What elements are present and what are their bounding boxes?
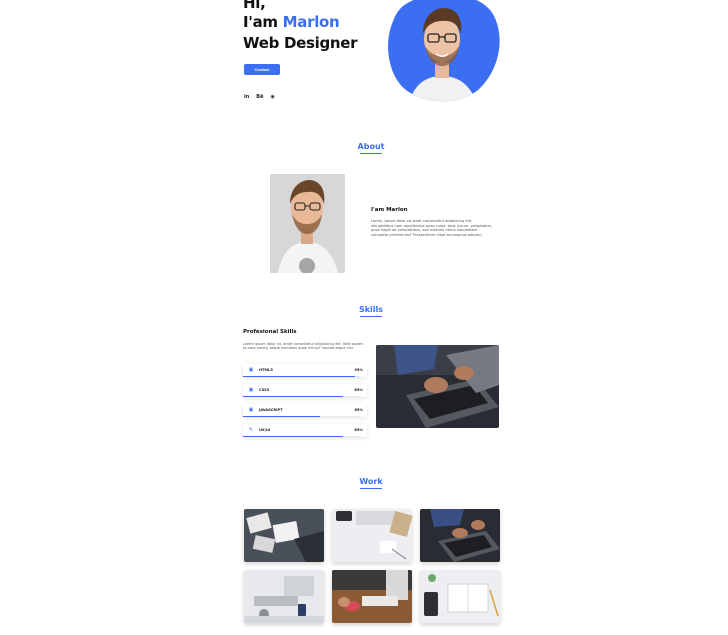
skill-percent: 85% xyxy=(354,428,363,432)
skill-name: UX/UI xyxy=(259,428,271,432)
contact-button[interactable]: Contact xyxy=(244,64,280,75)
about-section-title: About xyxy=(341,142,401,154)
pencil-icon: ✎ xyxy=(248,427,254,433)
skills-photo xyxy=(376,345,499,428)
hero-name: Marlon xyxy=(282,13,340,31)
skill-percent: 95% xyxy=(354,368,363,372)
about-name: I'am Marlon xyxy=(371,207,408,213)
skills-text: Lorem ipsum dolor sit, amet consectetur … xyxy=(243,342,364,351)
work-item-6[interactable] xyxy=(420,570,500,623)
skill-bar-fill xyxy=(243,416,320,417)
skill-card-javascript: ▣ JAVASCRIPT 65% xyxy=(243,404,367,417)
skill-bar xyxy=(243,436,361,437)
skill-name: JAVASCRIPT xyxy=(259,408,283,412)
css3-icon: ▣ xyxy=(248,387,254,393)
about-text: Lorem, ipsum dolor sit amet consectetur … xyxy=(371,219,493,237)
hero-iam: I'am xyxy=(243,13,283,31)
github-icon[interactable]: ◉ xyxy=(270,94,274,101)
skills-heading: Profesional Skills xyxy=(243,329,297,335)
skill-card-css3: ▣ CSS3 85% xyxy=(243,384,367,397)
skill-bar-fill xyxy=(243,436,344,437)
hero-role: Web Designer xyxy=(243,34,358,52)
work-item-5[interactable] xyxy=(332,570,412,623)
hero-avatar xyxy=(386,0,501,106)
html5-icon: ▣ xyxy=(248,367,254,373)
skill-percent: 85% xyxy=(354,388,363,392)
linkedin-icon[interactable]: in xyxy=(244,94,249,101)
work-item-1[interactable] xyxy=(244,509,324,562)
skill-bar xyxy=(243,376,361,377)
javascript-icon: ▣ xyxy=(248,407,254,413)
skill-percent: 65% xyxy=(354,408,363,412)
work-item-4[interactable] xyxy=(244,570,324,623)
work-item-2[interactable] xyxy=(332,509,412,562)
skill-bar-fill xyxy=(243,376,356,377)
skill-card-uxui: ✎ UX/UI 85% xyxy=(243,424,367,437)
work-section-title: Work xyxy=(341,477,401,489)
skill-bar xyxy=(243,416,361,417)
skill-name: CSS3 xyxy=(259,388,270,392)
hero-intro: I'am Marlon xyxy=(243,13,340,31)
work-item-3[interactable] xyxy=(420,509,500,562)
skill-name: HTML5 xyxy=(259,368,273,372)
skill-bar xyxy=(243,396,361,397)
hero-greeting: Hi, xyxy=(243,0,266,12)
skills-section-title: Skills xyxy=(341,305,401,317)
skill-bar-fill xyxy=(243,396,344,397)
social-links: in Bē ◉ xyxy=(244,94,275,101)
skill-card-html5: ▣ HTML5 95% xyxy=(243,364,367,377)
about-photo xyxy=(270,174,345,273)
behance-icon[interactable]: Bē xyxy=(256,94,263,101)
